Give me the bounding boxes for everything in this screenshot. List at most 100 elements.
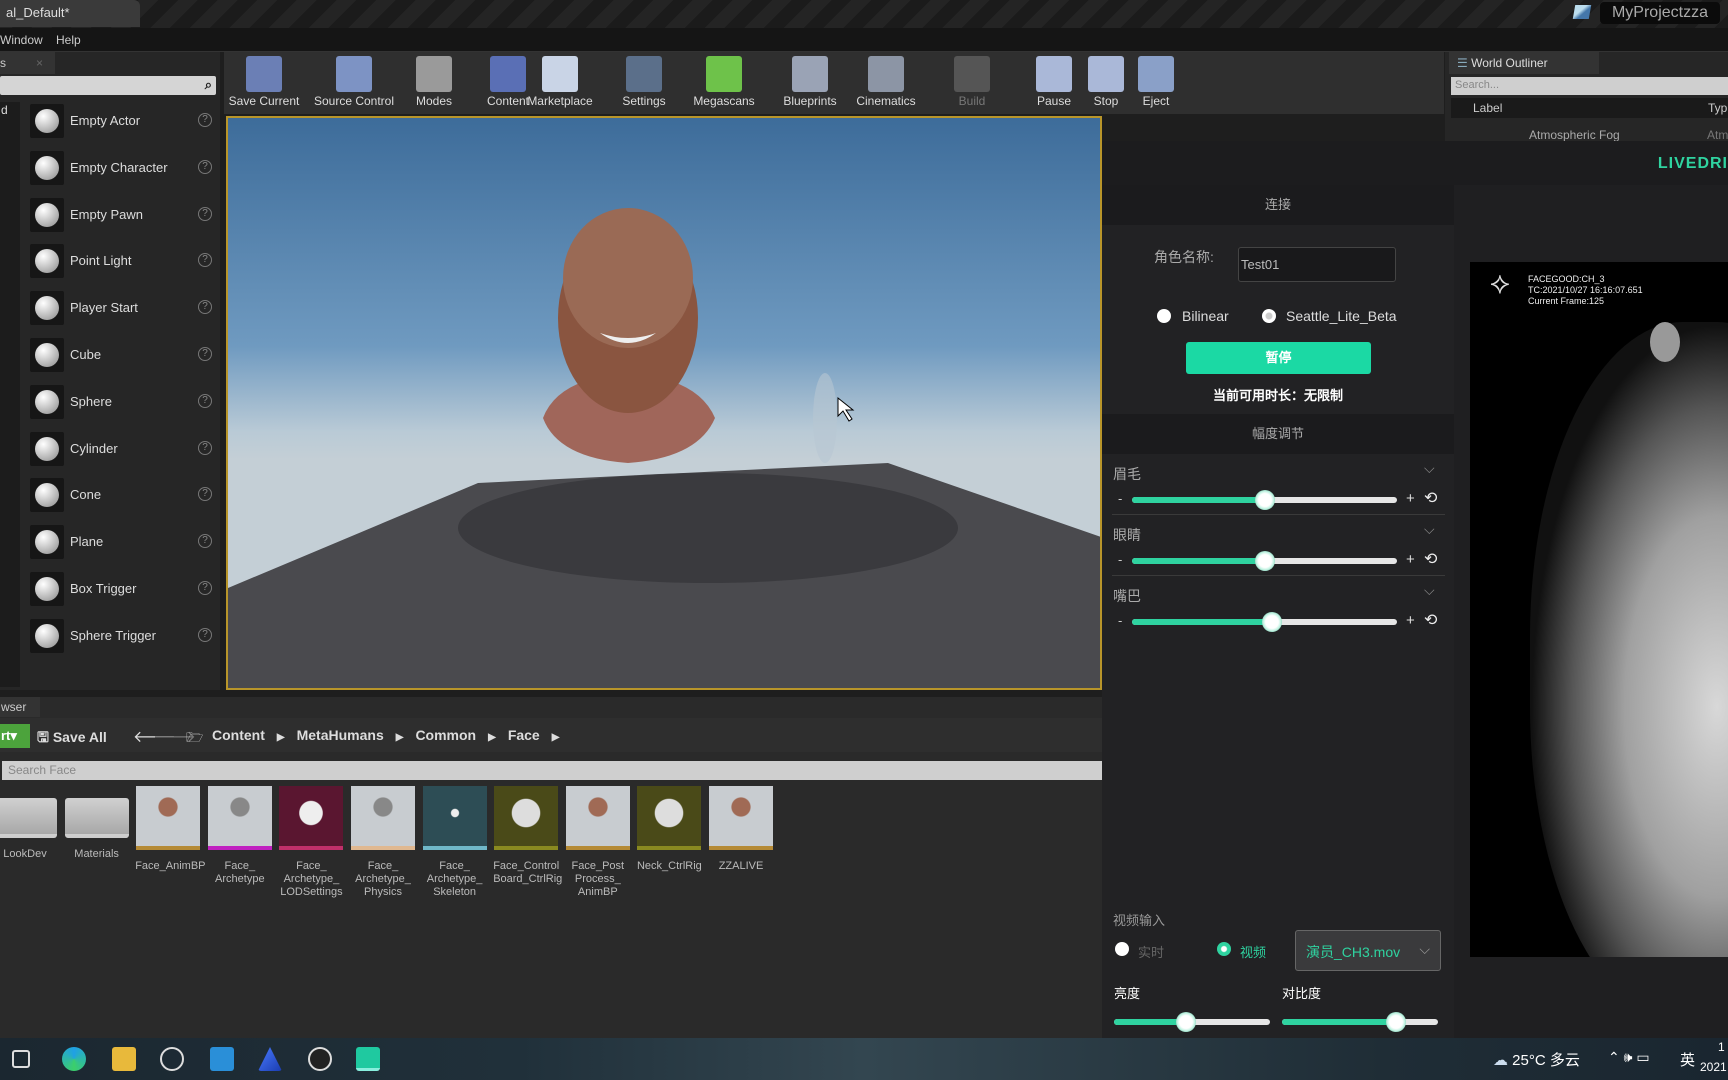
help-icon[interactable]: ? [198,393,212,408]
help-icon[interactable]: ? [198,206,212,221]
toolbar-button-source-control[interactable]: Source Control [306,52,402,114]
asset-search[interactable]: Search Face [2,761,1102,780]
weather-widget[interactable]: ☁ 25°C 多云 [1493,1049,1580,1070]
radio-bilinear[interactable] [1157,309,1171,323]
amplitude-slider[interactable] [1132,490,1397,510]
breadcrumb-item[interactable]: MetaHumans [297,727,384,743]
file-explorer-icon[interactable] [112,1047,136,1071]
place-actor-item[interactable]: Sphere Trigger? [24,613,216,660]
clock-date[interactable]: 2021 [1700,1060,1727,1074]
brightness-slider[interactable] [1114,1012,1270,1032]
asset-tile[interactable]: Face_Post Process_ AnimBP [565,786,631,899]
radio-seattle[interactable] [1262,309,1276,323]
slider-thumb[interactable] [1385,1012,1406,1032]
asset-tile[interactable]: Face_ Archetype_ Skeleton [422,786,488,899]
chevron-right-icon[interactable]: ▶ [488,732,496,743]
toolbar-button-megascans[interactable]: Megascans [684,52,764,114]
chevron-right-icon[interactable]: ▶ [552,732,560,743]
amplitude-slider[interactable] [1132,551,1397,571]
close-icon[interactable]: × [36,56,43,70]
ime-indicator[interactable]: 英 [1680,1049,1695,1070]
radio-video[interactable] [1217,942,1231,956]
chevron-right-icon[interactable]: ▶ [277,732,285,743]
slider-plus[interactable]: + [1406,612,1415,629]
asset-tile[interactable]: Materials [64,786,130,861]
help-icon[interactable]: ? [198,253,212,268]
help-icon[interactable]: ? [198,581,212,595]
menu-window[interactable]: Window [0,33,43,47]
amplitude-slider[interactable] [1132,612,1397,632]
chevron-down-icon[interactable]: ⌵ [1424,521,1435,538]
breadcrumb-item[interactable]: Content [212,727,265,743]
slider-minus[interactable]: - [1118,552,1122,567]
unreal-engine-icon[interactable] [308,1047,332,1071]
world-outliner-tab[interactable]: ☰ World Outliner [1449,52,1599,74]
place-actors-search[interactable]: ⌕ [0,76,216,95]
help-icon[interactable]: ? [198,627,212,642]
app-b-icon[interactable] [210,1047,234,1071]
help-icon[interactable]: ? [198,113,212,127]
category-strip[interactable]: d [0,102,20,687]
chevron-down-icon[interactable]: ⌵ [1424,460,1435,477]
toolbar-button-marketplace[interactable]: Marketplace [520,52,600,114]
chevron-right-icon[interactable]: ▶ [396,732,404,743]
place-actor-item[interactable]: Cylinder? [24,426,216,473]
help-icon[interactable]: ? [198,300,212,315]
asset-tile[interactable]: LookDev [0,786,58,861]
app-triangle-icon[interactable] [258,1047,282,1071]
edge-icon[interactable] [62,1047,86,1071]
breadcrumb-item[interactable]: Face [508,727,540,743]
place-actor-item[interactable]: Point Light? [24,238,216,285]
help-icon[interactable]: ? [198,159,212,174]
add-import-button[interactable]: rt▾ [0,724,30,748]
help-icon[interactable]: ? [198,347,212,361]
obs-icon[interactable] [160,1047,184,1071]
video-file-dropdown[interactable]: 演员_CH3.mov ⌵ [1295,930,1441,971]
help-icon[interactable]: ? [198,440,212,455]
toolbar-button-settings[interactable]: Settings [604,52,684,114]
place-actor-item[interactable]: Empty Actor? [24,98,216,145]
asset-tile[interactable]: Face_ Archetype_ LODSettings [278,786,344,899]
place-actor-item[interactable]: Player Start? [24,285,216,332]
slider-thumb[interactable] [1175,1012,1196,1032]
livedrive-taskbar-icon[interactable] [356,1047,380,1071]
place-actor-item[interactable]: Plane? [24,519,216,566]
contrast-slider[interactable] [1282,1012,1438,1032]
toolbar-button-save-current[interactable]: Save Current [224,52,304,114]
place-actor-item[interactable]: Empty Pawn? [24,192,216,239]
slider-minus[interactable]: - [1118,491,1122,506]
tray-icons[interactable]: ⌃ 🕪 ▭ [1608,1049,1650,1066]
breadcrumb-item[interactable]: Common [415,727,476,743]
slider-thumb[interactable] [1262,612,1283,632]
place-actor-item[interactable]: Cube? [24,332,216,379]
toolbar-button-eject[interactable]: Eject [1116,52,1196,114]
pause-button[interactable]: 暂停 [1186,342,1371,374]
slider-thumb[interactable] [1254,490,1275,510]
document-tab[interactable]: al_Default* [0,0,140,27]
radio-realtime[interactable] [1115,942,1129,956]
outliner-search[interactable]: Search... [1451,77,1728,95]
help-icon[interactable]: ? [198,534,212,549]
column-label[interactable]: Label [1473,101,1502,115]
help-icon[interactable]: ? [198,487,212,502]
slider-plus[interactable]: + [1406,551,1415,568]
asset-tile[interactable]: ZZALIVE [708,786,774,873]
place-actors-tab[interactable]: s × [0,52,55,74]
place-actor-item[interactable]: Box Trigger? [24,566,216,613]
asset-tile[interactable]: Face_ Archetype_ Physics [350,786,416,899]
toolbar-button-blueprints[interactable]: Blueprints [770,52,850,114]
slider-thumb[interactable] [1254,551,1275,571]
place-actor-item[interactable]: Sphere? [24,379,216,426]
asset-tile[interactable]: Face_AnimBP [135,786,206,873]
asset-tile[interactable]: Neck_CtrlRig [636,786,702,873]
slider-plus[interactable]: + [1406,490,1415,507]
role-name-input[interactable]: Test01 [1238,247,1396,282]
toolbar-button-cinematics[interactable]: Cinematics [846,52,926,114]
reset-icon[interactable]: ⟲ [1424,488,1437,508]
column-type[interactable]: Typ [1708,101,1727,115]
place-actor-item[interactable]: Cone? [24,472,216,519]
slider-minus[interactable]: - [1118,613,1122,628]
save-all-button[interactable]: 🖫 Save All [37,727,107,751]
asset-tile[interactable]: Face_ Archetype [207,786,273,886]
chevron-down-icon[interactable]: ⌵ [1424,582,1435,599]
